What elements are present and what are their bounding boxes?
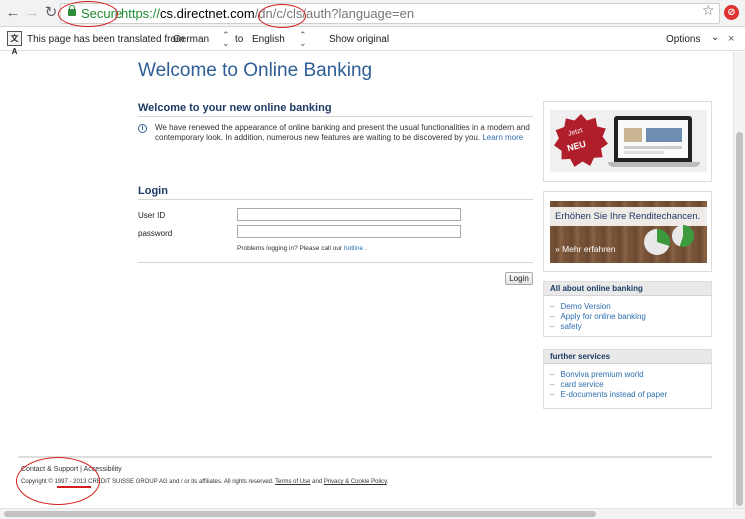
browser-window: ← → ↻ Secure | https://cs.directnet.com/… xyxy=(0,0,745,519)
reload-icon[interactable]: ↻ xyxy=(42,4,60,22)
promo-returns-banner[interactable]: Erhöhen Sie Ihre Renditechancen. » Mehr … xyxy=(543,191,712,272)
login-help: Problems logging in? Please call our hot… xyxy=(237,245,367,252)
to-language-select[interactable]: English xyxy=(252,34,285,45)
apply-link[interactable]: – Apply for online banking xyxy=(550,312,646,321)
url-protocol: https:// xyxy=(121,6,161,21)
card-service-link[interactable]: – card service xyxy=(550,380,604,389)
online-banking-box: All about online banking – Demo Version –… xyxy=(543,281,712,337)
vertical-scrollbar[interactable] xyxy=(733,52,745,510)
url-separator: | xyxy=(114,6,118,21)
pie-chart-icon xyxy=(672,225,694,247)
more-info-link[interactable]: » Mehr erfahren xyxy=(555,244,615,254)
user-id-input[interactable] xyxy=(237,208,461,221)
login-heading: Login xyxy=(138,185,168,197)
footer-links: Contact & Support | Accessibility xyxy=(21,466,122,473)
password-input[interactable] xyxy=(237,225,461,238)
address-bar[interactable]: Secure | https://cs.directnet.com/dn/c/c… xyxy=(60,3,720,24)
annotation-underline xyxy=(57,486,91,488)
e-documents-link[interactable]: – E-documents instead of paper xyxy=(550,390,667,399)
demo-version-link[interactable]: – Demo Version xyxy=(550,302,611,311)
url-path: /dn/c/cls/auth?language=en xyxy=(254,6,415,21)
laptop-image xyxy=(614,116,692,162)
period: . xyxy=(386,479,389,485)
copyright-prefix: Copyright © xyxy=(21,479,53,485)
copyright: Copyright © 1997 - 2013 CREDIT SUISSE GR… xyxy=(21,479,388,485)
link-label: Demo Version xyxy=(560,302,611,311)
screen-block xyxy=(624,128,642,142)
url-host: cs.directnet.com xyxy=(160,6,255,21)
screen-block xyxy=(646,128,682,142)
terms-link[interactable]: Terms of Use xyxy=(275,479,310,485)
contact-support-link[interactable]: Contact & Support xyxy=(21,466,78,473)
back-icon[interactable]: ← xyxy=(4,4,22,22)
further-services-title: further services xyxy=(550,352,611,361)
footer-divider xyxy=(18,456,712,458)
vertical-scroll-thumb[interactable] xyxy=(736,132,743,506)
screen-block xyxy=(624,151,664,154)
laptop-base xyxy=(608,162,700,167)
promo-returns-title: Erhöhen Sie Ihre Renditechancen. xyxy=(555,211,701,222)
horizontal-scrollbar[interactable] xyxy=(0,508,745,519)
copyright-body: CREDIT SUISSE GROUP AG and / or its affi… xyxy=(88,479,274,485)
options-button[interactable]: Options xyxy=(666,34,700,45)
horizontal-scroll-thumb[interactable] xyxy=(4,511,596,517)
safety-link[interactable]: – safety xyxy=(550,322,582,331)
link-label: Apply for online banking xyxy=(560,312,646,321)
user-id-label: User ID xyxy=(138,211,166,220)
lock-icon xyxy=(68,5,76,16)
link-label: card service xyxy=(560,380,604,389)
extension-icon[interactable]: ⊘ xyxy=(724,5,739,20)
promo-returns-image: Erhöhen Sie Ihre Renditechancen. » Mehr … xyxy=(550,201,707,263)
divider xyxy=(138,116,533,117)
divider xyxy=(138,262,533,263)
options-chevron-icon[interactable]: ⌄ xyxy=(711,32,719,43)
translate-to-label: to xyxy=(235,34,244,45)
from-language-chevron-icon[interactable]: ⌃ ⌄ xyxy=(222,31,230,48)
help-suffix: . xyxy=(364,245,367,252)
learn-more-link[interactable]: Learn more xyxy=(482,133,523,142)
promo-new-banner[interactable]: Jetzt NEU xyxy=(543,101,712,182)
online-banking-title: All about online banking xyxy=(550,284,643,293)
page-title: Welcome to Online Banking xyxy=(138,60,373,81)
privacy-link[interactable]: Privacy & Cookie Policy xyxy=(324,479,387,485)
url-text[interactable]: https://cs.directnet.com/dn/c/cls/auth?l… xyxy=(121,6,414,21)
pie-chart-icon xyxy=(644,229,670,255)
close-icon[interactable]: × xyxy=(728,33,734,45)
copyright-years: 1997 - 2013 xyxy=(54,479,87,485)
accessibility-link[interactable]: Accessibility xyxy=(84,466,122,473)
online-banking-header: All about online banking xyxy=(544,282,711,296)
bonviva-link[interactable]: – Bonviva premium world xyxy=(550,370,644,379)
divider xyxy=(138,199,533,200)
intro-body: We have renewed the appearance of online… xyxy=(155,123,530,142)
forward-icon[interactable]: → xyxy=(23,4,41,22)
link-label: E-documents instead of paper xyxy=(560,390,668,399)
translate-message: This page has been translated from xyxy=(27,34,185,45)
screen-block xyxy=(624,146,682,149)
info-icon: i xyxy=(138,124,147,133)
help-text: Problems logging in? Please call our xyxy=(237,245,343,252)
promo-new-image: Jetzt NEU xyxy=(550,110,707,172)
laptop-screen xyxy=(618,120,688,158)
to-language-chevron-icon[interactable]: ⌃ ⌄ xyxy=(299,31,307,48)
show-original-button[interactable]: Show original xyxy=(329,34,389,45)
footer-separator: | xyxy=(80,466,82,473)
from-language-select[interactable]: German xyxy=(173,34,209,45)
translate-icon: 文A xyxy=(7,31,22,56)
hotline-link[interactable]: hotline xyxy=(344,245,363,252)
intro-text: We have renewed the appearance of online… xyxy=(155,123,530,143)
further-services-header: further services xyxy=(544,350,711,364)
further-services-box: further services – Bonviva premium world … xyxy=(543,349,712,409)
intro-heading: Welcome to your new online banking xyxy=(138,102,332,114)
browser-toolbar: ← → ↻ Secure | https://cs.directnet.com/… xyxy=(0,0,745,27)
and-text: and xyxy=(312,479,323,485)
translate-bar: 文A This page has been translated from Ge… xyxy=(0,28,745,56)
link-label: Bonviva premium world xyxy=(560,370,644,379)
login-button[interactable]: Login xyxy=(505,272,533,285)
bookmark-star-icon[interactable]: ☆ xyxy=(702,2,715,19)
promo-returns-header: Erhöhen Sie Ihre Renditechancen. xyxy=(550,207,707,226)
password-label: password xyxy=(138,229,173,238)
link-label: safety xyxy=(560,322,582,331)
